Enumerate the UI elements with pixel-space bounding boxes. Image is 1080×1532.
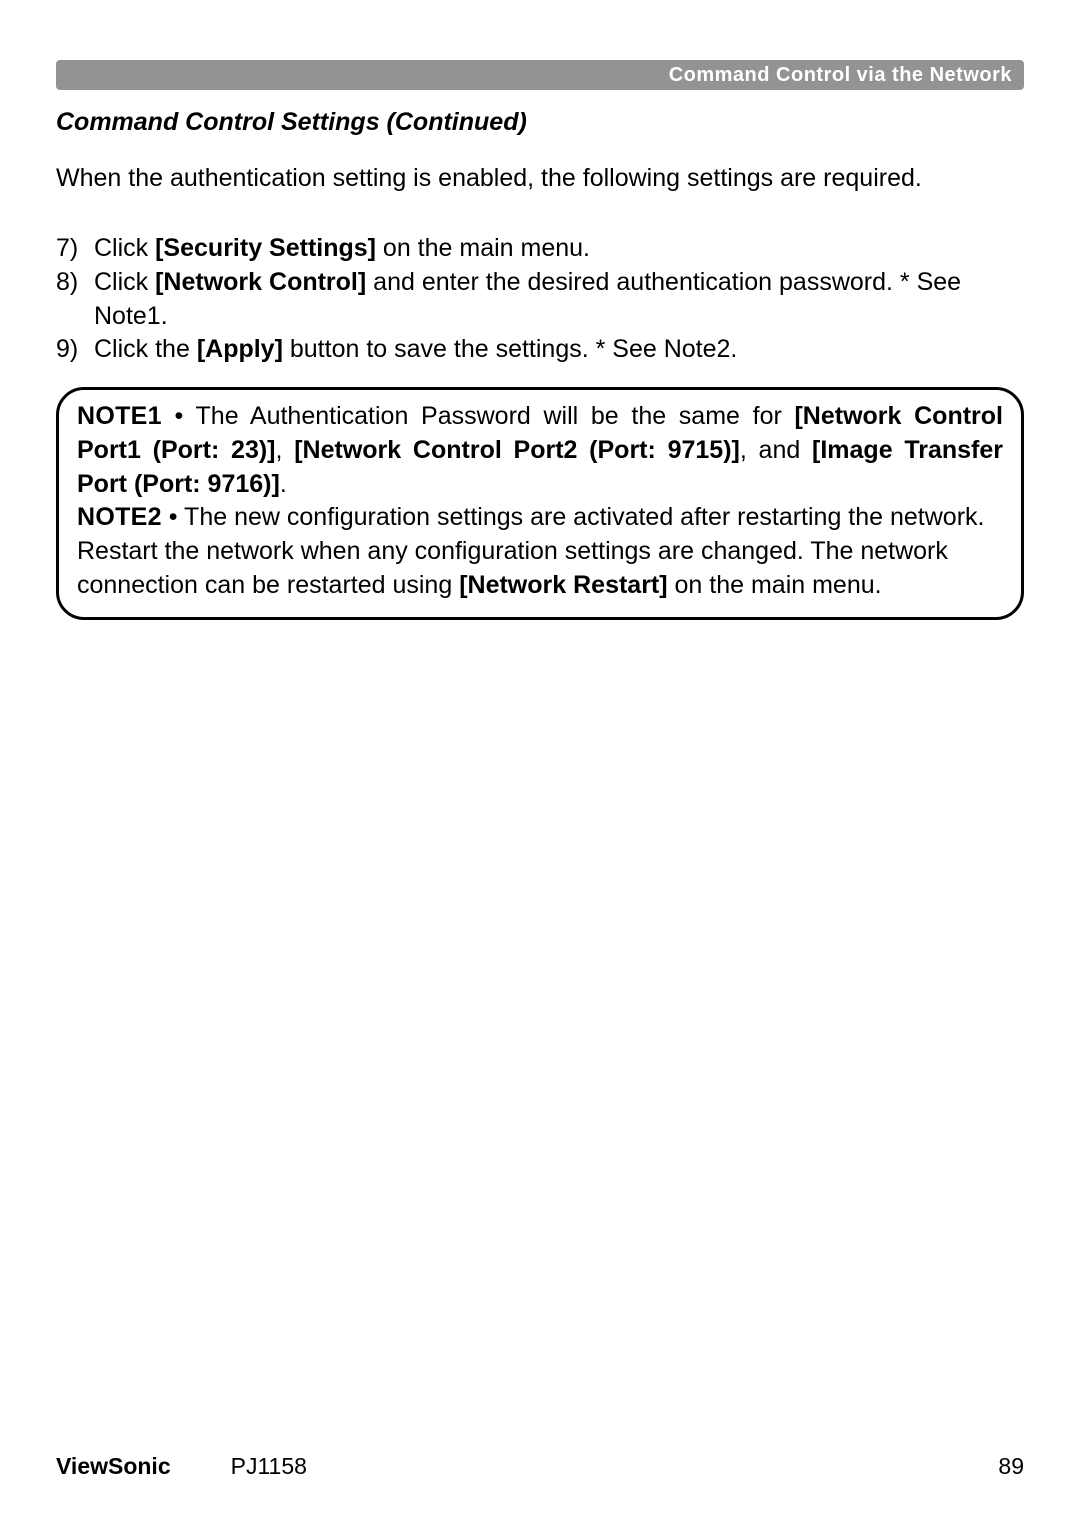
note2-b1: [Network Restart]: [459, 571, 667, 599]
step-body: Click [Network Control] and enter the de…: [94, 266, 1024, 334]
note1: NOTE1 • The Authentication Password will…: [77, 400, 1003, 501]
step-9: 9) Click the [Apply] button to save the …: [56, 333, 1024, 367]
note2: NOTE2 • The new configuration settings a…: [77, 501, 1003, 602]
step-pre: Click: [94, 268, 155, 296]
step-num: 8): [56, 266, 94, 334]
step-8: 8) Click [Network Control] and enter the…: [56, 266, 1024, 334]
note1-mid2: , and: [740, 436, 812, 464]
step-post: button to save the settings. * See Note2…: [283, 335, 737, 363]
note1-end: .: [280, 470, 287, 498]
notes-box: NOTE1 • The Authentication Password will…: [56, 387, 1024, 620]
step-bold: [Network Control]: [155, 268, 366, 296]
step-bold: [Security Settings]: [155, 234, 376, 262]
step-bold: [Apply]: [197, 335, 283, 363]
header-bar: Command Control via the Network: [56, 60, 1024, 90]
intro-text: When the authentication setting is enabl…: [56, 161, 1024, 196]
note2-end: on the main menu.: [668, 571, 882, 599]
step-pre: Click: [94, 234, 155, 262]
note1-mid1: ,: [276, 436, 295, 464]
step-num: 9): [56, 333, 94, 367]
note1-pre: • The Authentication Password will be th…: [162, 402, 795, 430]
step-body: Click [Security Settings] on the main me…: [94, 232, 1024, 266]
note1-label: NOTE1: [77, 402, 162, 430]
steps-list: 7) Click [Security Settings] on the main…: [56, 232, 1024, 367]
footer-brand: ViewSonic: [56, 1453, 171, 1480]
note1-b2: [Network Control Port2 (Port: 9715)]: [294, 436, 740, 464]
footer: ViewSonic PJ1158 89: [56, 1453, 1024, 1480]
header-bar-text: Command Control via the Network: [669, 64, 1012, 87]
section-title: Command Control Settings (Continued): [56, 108, 1024, 137]
note2-label: NOTE2: [77, 503, 162, 531]
step-pre: Click the: [94, 335, 197, 363]
step-body: Click the [Apply] button to save the set…: [94, 333, 1024, 367]
footer-page: 89: [998, 1453, 1024, 1480]
step-num: 7): [56, 232, 94, 266]
step-7: 7) Click [Security Settings] on the main…: [56, 232, 1024, 266]
step-post: on the main menu.: [376, 234, 590, 262]
footer-model: PJ1158: [231, 1453, 307, 1480]
